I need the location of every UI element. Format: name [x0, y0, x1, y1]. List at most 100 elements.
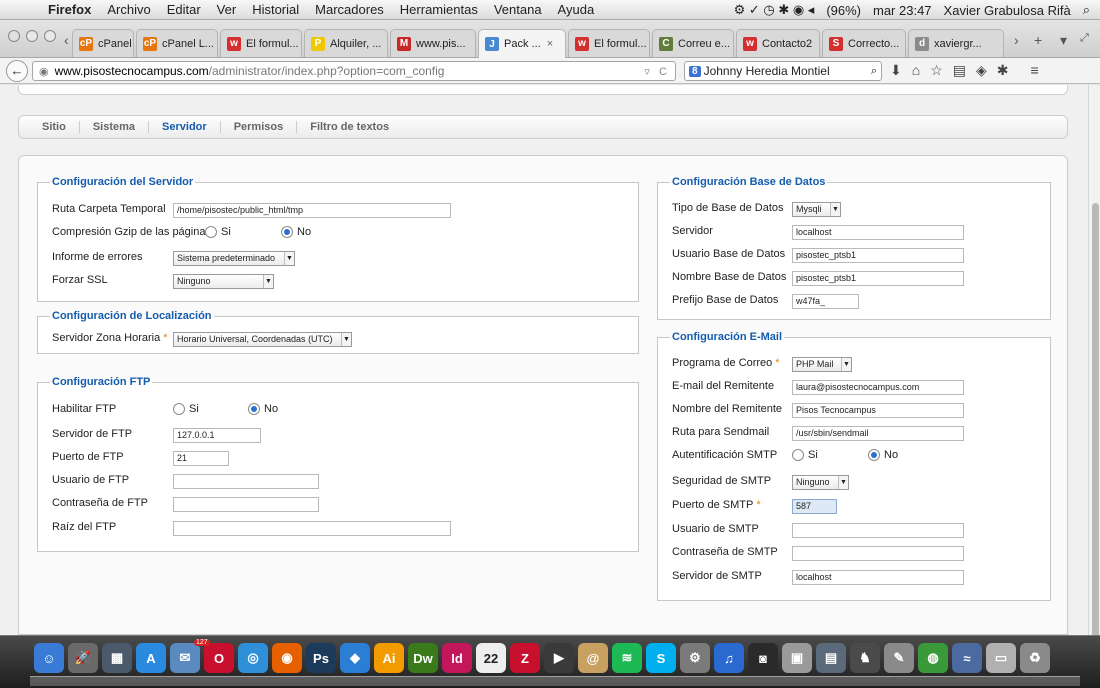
- dock-dropbox-icon[interactable]: ◆: [340, 643, 370, 673]
- browser-tab[interactable]: J Pack ... ×: [478, 29, 566, 58]
- dock-chess-icon[interactable]: ♞: [850, 643, 880, 673]
- browser-tab[interactable]: cP cPanel L...: [136, 29, 218, 57]
- tabs-scroll-left-icon[interactable]: ‹: [64, 32, 69, 48]
- fullscreen-icon[interactable]: ⤢: [1080, 32, 1089, 45]
- bookmark-star-icon[interactable]: ☆: [930, 62, 943, 80]
- menu-app-name[interactable]: Firefox: [48, 2, 91, 17]
- url-bar[interactable]: ◉ www.pisostecnocampus.com/administrator…: [32, 61, 676, 81]
- tab-servidor[interactable]: Servidor: [149, 121, 221, 133]
- browser-tab[interactable]: cP cPanel L...: [72, 29, 134, 57]
- smtp-user-input[interactable]: [792, 523, 964, 538]
- dock-script-editor-icon[interactable]: ✎: [884, 643, 914, 673]
- db-name-input[interactable]: pisostec_ptsb1: [792, 271, 964, 286]
- timezone-select[interactable]: Horario Universal, Coordenadas (UTC) ▼: [173, 332, 352, 347]
- close-window-icon[interactable]: [8, 30, 20, 42]
- smtp-auth-no-radio[interactable]: [868, 449, 880, 461]
- browser-tab[interactable]: C Correu e...: [652, 29, 734, 57]
- dock-safari-icon[interactable]: ◎: [238, 643, 268, 673]
- minimize-window-icon[interactable]: [26, 30, 38, 42]
- menu-herramientas[interactable]: Herramientas: [400, 2, 478, 17]
- tab-sistema[interactable]: Sistema: [80, 121, 150, 133]
- search-input[interactable]: Johnny Heredia Montiel: [704, 64, 830, 78]
- spotlight-icon[interactable]: ⌕: [1083, 2, 1090, 18]
- error-reporting-select[interactable]: Sistema predeterminado ▼: [173, 251, 295, 266]
- browser-tab[interactable]: w El formul...: [568, 29, 650, 57]
- ftp-si-radio[interactable]: [173, 403, 185, 415]
- dock-downloads-icon[interactable]: ▭: [986, 643, 1016, 673]
- menu-editar[interactable]: Editar: [167, 2, 201, 17]
- dock-preview-icon[interactable]: ▣: [782, 643, 812, 673]
- home-icon[interactable]: ⌂: [912, 62, 920, 80]
- menu-ventana[interactable]: Ventana: [494, 2, 542, 17]
- dock-itunes-icon[interactable]: ♫: [714, 643, 744, 673]
- dock-trash-icon[interactable]: ♻: [1020, 643, 1050, 673]
- menu-archivo[interactable]: Archivo: [107, 2, 150, 17]
- dock-launchpad-icon[interactable]: 🚀: [68, 643, 98, 673]
- db-type-select[interactable]: Mysqli ▼: [792, 202, 841, 217]
- tab-sitio[interactable]: Sitio: [29, 121, 80, 133]
- mail-from-input[interactable]: laura@pisostecnocampus.com: [792, 380, 964, 395]
- browser-tab[interactable]: w El formul...: [220, 29, 302, 57]
- ftp-pass-input[interactable]: [173, 497, 319, 512]
- browser-tab[interactable]: S Correcto...: [822, 29, 906, 57]
- bookmarks-list-icon[interactable]: ▤: [953, 62, 966, 80]
- reload-icon[interactable]: ▿ C: [644, 65, 667, 78]
- dock-spotify-icon[interactable]: ≋: [612, 643, 642, 673]
- ftp-no-radio[interactable]: [248, 403, 260, 415]
- menu-ayuda[interactable]: Ayuda: [558, 2, 595, 17]
- browser-tab[interactable]: Mwww.pis...: [390, 29, 476, 57]
- smtp-secure-select[interactable]: Ninguno ▼: [792, 475, 849, 490]
- db-user-input[interactable]: pisostec_ptsb1: [792, 248, 964, 263]
- search-engine-icon[interactable]: 8: [689, 65, 701, 77]
- tab-list-icon[interactable]: ▾: [1060, 32, 1067, 49]
- smtp-pass-input[interactable]: [792, 546, 964, 561]
- tab-permisos[interactable]: Permisos: [221, 121, 298, 133]
- dock-illustrator-icon[interactable]: Ai: [374, 643, 404, 673]
- gzip-si-radio[interactable]: [205, 226, 217, 238]
- gzip-no-radio[interactable]: [281, 226, 293, 238]
- dock-photo-booth-icon[interactable]: ◙: [748, 643, 778, 673]
- browser-tab[interactable]: w Contacto2: [736, 29, 820, 57]
- menu-marcadores[interactable]: Marcadores: [315, 2, 384, 17]
- addon-icon[interactable]: ◈: [976, 62, 987, 80]
- dock-skype-icon[interactable]: S: [646, 643, 676, 673]
- ftp-root-input[interactable]: [173, 521, 451, 536]
- sendmail-input[interactable]: /usr/sbin/sendmail: [792, 426, 964, 441]
- download-icon[interactable]: ⬇: [890, 62, 902, 80]
- user-name[interactable]: Xavier Grabulosa Rifà: [944, 3, 1071, 18]
- new-tab-icon[interactable]: +: [1034, 32, 1042, 48]
- tabs-scroll-right-icon[interactable]: ›: [1014, 32, 1019, 48]
- db-host-input[interactable]: localhost: [792, 225, 964, 240]
- dock-network-monitor-icon[interactable]: ≈: [952, 643, 982, 673]
- status-icons[interactable]: ⚙ ✓ ◷ ✱ ◉ ◂: [734, 2, 815, 18]
- dock-firefox-icon[interactable]: ◉: [272, 643, 302, 673]
- mailer-select[interactable]: PHP Mail ▼: [792, 357, 852, 372]
- dock-mission-control-icon[interactable]: ▦: [102, 643, 132, 673]
- menu-icon[interactable]: ≡: [1031, 62, 1039, 80]
- dock-indesign-icon[interactable]: Id: [442, 643, 472, 673]
- scrollbar-thumb[interactable]: [1092, 203, 1099, 663]
- smtp-host-input[interactable]: localhost: [792, 570, 964, 585]
- dock-dreamweaver-icon[interactable]: Dw: [408, 643, 438, 673]
- close-tab-icon[interactable]: ×: [547, 38, 553, 50]
- from-name-input[interactable]: Pisos Tecnocampus: [792, 403, 964, 418]
- smtp-auth-si-radio[interactable]: [792, 449, 804, 461]
- dock-network-icon[interactable]: ▤: [816, 643, 846, 673]
- dock-preferences-icon[interactable]: ⚙: [680, 643, 710, 673]
- temp-path-input[interactable]: /home/pisostec/public_html/tmp: [173, 203, 451, 218]
- db-prefix-input[interactable]: w47fa_: [792, 294, 859, 309]
- ftp-host-input[interactable]: 127.0.0.1: [173, 428, 261, 443]
- dock-opera-icon[interactable]: O: [204, 643, 234, 673]
- clock[interactable]: mar 23:47: [873, 3, 932, 18]
- dock-photoshop-icon[interactable]: Ps: [306, 643, 336, 673]
- search-icon[interactable]: ⌕: [871, 65, 877, 78]
- ftp-user-input[interactable]: [173, 474, 319, 489]
- dock-finder-icon[interactable]: ☺: [34, 643, 64, 673]
- back-arrow-icon[interactable]: ←: [6, 60, 28, 82]
- search-bar[interactable]: 8 Johnny Heredia Montiel ⌕: [684, 61, 882, 81]
- extension-icon[interactable]: ✱: [997, 62, 1009, 80]
- browser-tab[interactable]: P Alquiler, ...: [304, 29, 388, 57]
- smtp-port-input[interactable]: 587: [792, 499, 837, 514]
- ftp-port-input[interactable]: 21: [173, 451, 229, 466]
- dock-chrome-icon[interactable]: ◍: [918, 643, 948, 673]
